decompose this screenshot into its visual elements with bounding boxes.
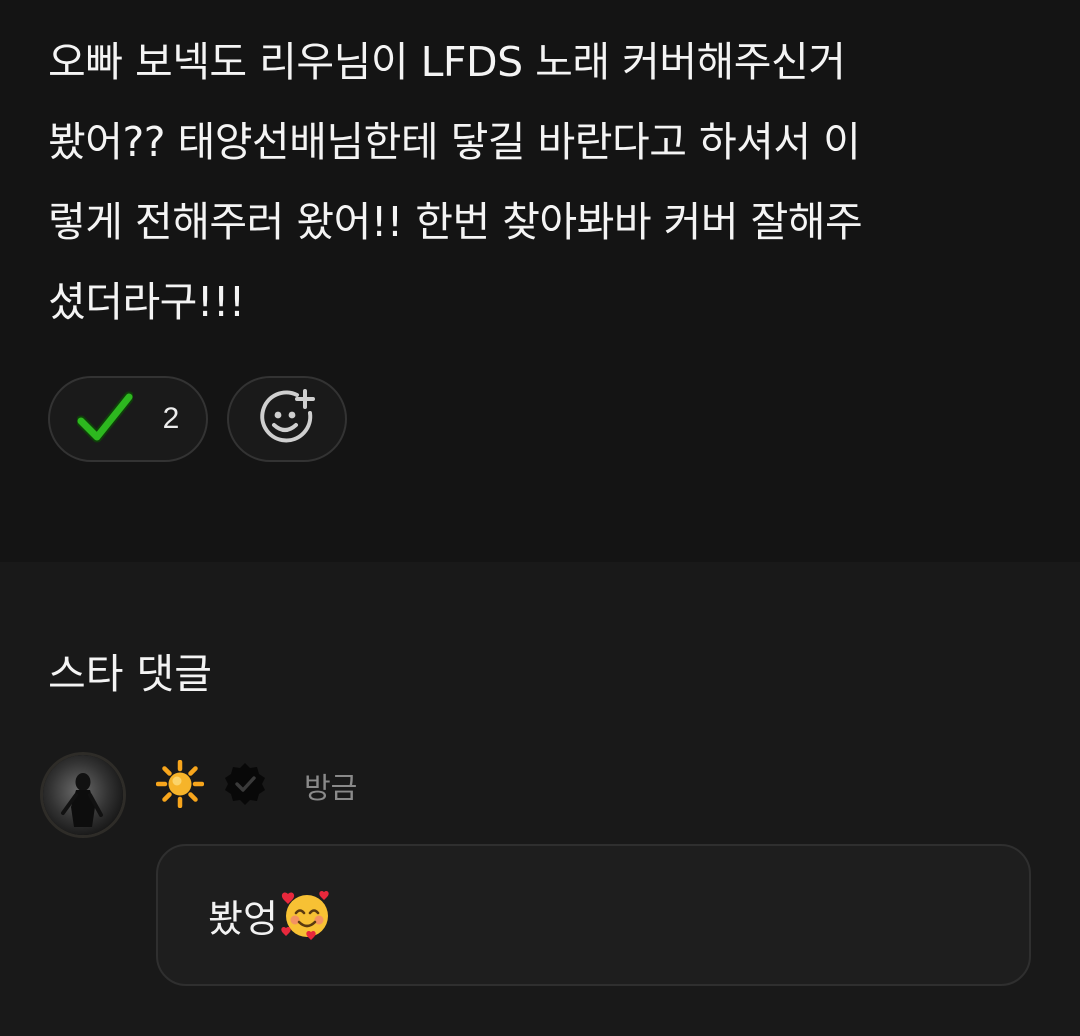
comment-text: 봤엉 (208, 896, 278, 941)
sun-emoji-icon (155, 759, 205, 812)
post-body-text: 오빠 보넥도 리우님이 LFDS 노래 커버해주신거 봤어?? 태양선배님한테 … (48, 38, 863, 326)
post-section: 오빠 보넥도 리우님이 LFDS 노래 커버해주신거 봤어?? 태양선배님한테 … (0, 0, 1080, 562)
comment-timestamp: 방금 (304, 771, 358, 805)
comment-meta: 방금 (155, 758, 358, 814)
comment-bubble: 봤엉 (156, 844, 1031, 986)
section-title: 스타 댓글 (48, 650, 212, 698)
reaction-row: 2 (48, 376, 347, 464)
star-comments-section: 스타 댓글 방금 봤엉 (0, 562, 1080, 1036)
verified-badge-icon (222, 761, 268, 811)
add-reaction-icon (257, 387, 317, 451)
avatar[interactable] (40, 752, 126, 838)
add-reaction-button[interactable] (227, 376, 347, 462)
check-mark-icon (75, 391, 135, 447)
check-reaction-count: 2 (162, 402, 180, 435)
check-reaction-button[interactable]: 2 (48, 376, 208, 462)
smiling-face-with-hearts-icon (280, 888, 334, 942)
